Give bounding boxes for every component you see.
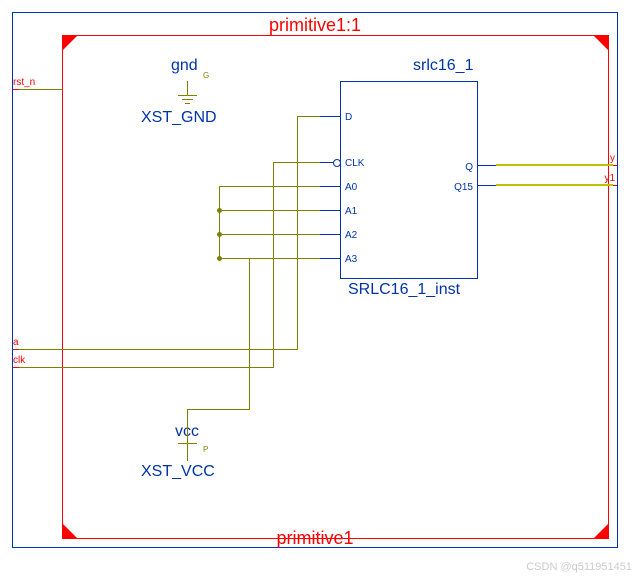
pin-stub (476, 165, 496, 166)
pin-stub (320, 116, 340, 117)
wire-vcc-v-main (249, 258, 250, 410)
wire-a-v (297, 116, 298, 350)
port-clk: clk (13, 355, 25, 366)
port-rst-n: rst_n (13, 77, 35, 88)
watermark: CSDN @q511951451 (526, 561, 632, 573)
pin-stub (320, 258, 340, 259)
wire-rst-n-stub (19, 89, 62, 90)
wire-clk-h (19, 367, 273, 368)
wire-vcc-to-a3 (249, 258, 320, 259)
pin-stub (320, 162, 333, 163)
wire-a-h (19, 349, 297, 350)
wire-clk-v (273, 162, 274, 368)
vcc-pin-label: P (203, 445, 208, 454)
wire-clk-to-clk (273, 162, 320, 163)
wire-vcc-to-a1 (219, 210, 320, 211)
srlc-port-q15: Q15 (454, 182, 473, 193)
clk-invert-bubble (333, 159, 341, 167)
wire-a2-join (219, 258, 250, 259)
wire-vcc-to-a2 (219, 234, 320, 235)
schematic-canvas: primitive1:1 primitive1 gnd G XST_GND vc… (12, 12, 618, 548)
wire-a-to-d (297, 116, 320, 117)
gnd-instance-name: XST_GND (141, 109, 217, 127)
frame-corner (594, 36, 608, 50)
pin-stub (476, 185, 496, 186)
frame-title-bottom: primitive1 (13, 528, 617, 549)
wire-vcc-up (187, 409, 188, 443)
srlc-port-a2: A2 (345, 230, 357, 241)
port-y: y (610, 153, 615, 164)
srlc-port-a1: A1 (345, 206, 357, 217)
srlc-label: srlc16_1 (413, 57, 473, 75)
frame-title-top: primitive1:1 (13, 15, 617, 36)
vcc-instance-name: XST_VCC (141, 463, 215, 481)
srlc-body: D CLK A0 A1 A2 A3 Q Q15 (340, 81, 478, 279)
pin-stub (320, 186, 340, 187)
pin-stub (320, 210, 340, 211)
srlc-port-a3: A3 (345, 254, 357, 265)
junction-dot (217, 232, 222, 237)
wire-q15 (496, 184, 613, 186)
wire-vcc-h (187, 409, 249, 410)
srlc-instance-name: SRLC16_1_inst (348, 281, 460, 299)
port-y1: y1 (604, 173, 615, 184)
frame-corner (63, 36, 77, 50)
pin-stub (320, 234, 340, 235)
srlc-port-d: D (345, 112, 352, 123)
srlc-port-a0: A0 (345, 182, 357, 193)
junction-dot (217, 256, 222, 261)
junction-dot (217, 208, 222, 213)
srlc-port-q: Q (465, 162, 473, 173)
gnd-label: gnd (171, 57, 198, 75)
port-a: a (13, 337, 19, 348)
srlc-port-clk: CLK (345, 158, 364, 169)
gnd-pin-label: G (203, 71, 209, 80)
wire-vcc-to-a0 (219, 186, 320, 187)
wire-q (496, 164, 613, 166)
